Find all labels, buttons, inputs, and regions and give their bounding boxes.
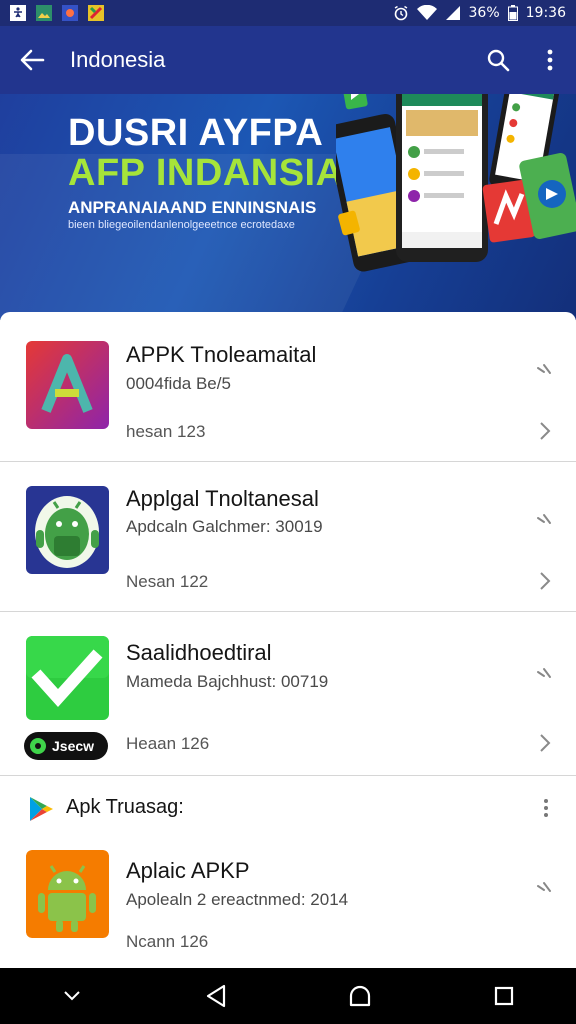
share-button[interactable] (530, 874, 558, 902)
app-name: APPK Tnoleamaital (126, 342, 317, 367)
wifi-icon (416, 5, 437, 21)
status-right-icons: 36% 19:36 (393, 5, 566, 21)
more-vert-icon (547, 49, 553, 71)
link-icon (537, 882, 551, 892)
banner-headline-1: DUSRI AYFPA (68, 112, 324, 154)
battery-text: 36% (468, 5, 500, 21)
app-version: Heaan 126 (126, 734, 210, 753)
android-robot-icon (26, 486, 109, 574)
search-icon (487, 49, 510, 72)
app-subtitle: Mameda Bajchhust: 00719 (126, 672, 329, 691)
share-button[interactable] (530, 506, 558, 534)
banner-headline-2: AFP INDANSIA (68, 152, 344, 194)
share-button[interactable] (530, 660, 558, 688)
section-title: Apk Truasag: (66, 796, 184, 818)
open-details-button[interactable] (532, 418, 558, 444)
page-title: Indonesia (70, 47, 166, 72)
collapse-icon (64, 991, 80, 1001)
back-button[interactable] (0, 26, 64, 94)
status-bar: 36% 19:36 (0, 0, 576, 26)
app-bar: Indonesia (0, 26, 576, 94)
list-item[interactable]: Aplaic APKP Apolealn 2 ereactnmed: 2014 … (0, 840, 576, 968)
battery-icon (507, 5, 518, 21)
badge-label: Jsecw (52, 738, 95, 754)
list-item[interactable]: APPK Tnoleamaital 0004fida Be/5 hesan 12… (0, 312, 576, 462)
chevron-right-icon (540, 422, 551, 440)
app-list: APPK Tnoleamaital 0004fida Be/5 hesan 12… (0, 312, 576, 968)
promo-banner[interactable]: DUSRI AYFPA AFP INDANSIA ANPRANAIAAND EN… (0, 94, 576, 320)
apk-a-logo-icon (26, 341, 109, 429)
more-vert-icon (544, 799, 548, 817)
app-version: Nesan 122 (126, 572, 209, 591)
list-item[interactable]: Applgal Tnoltanesal Apdcaln Galchmer: 30… (0, 462, 576, 612)
chevron-right-icon (540, 572, 551, 590)
home-icon (349, 985, 371, 1007)
badge-dot-icon (30, 738, 46, 754)
app-version: hesan 123 (126, 422, 206, 441)
search-button[interactable] (472, 26, 524, 94)
app-subtitle: Apdcaln Galchmer: 30019 (126, 517, 323, 536)
alarm-icon (393, 5, 409, 21)
app-subtitle: Apolealn 2 ereactnmed: 2014 (126, 890, 349, 909)
signal-icon (445, 5, 461, 21)
link-icon (537, 514, 551, 524)
share-button[interactable] (530, 356, 558, 384)
photos-icon (36, 5, 52, 21)
phones-illustration (336, 94, 576, 272)
nav-back-button[interactable] (176, 968, 256, 1024)
app-name: Aplaic APKP (126, 858, 250, 883)
back-triangle-icon (206, 984, 226, 1008)
chevron-right-icon (540, 734, 551, 752)
android-robot-icon (26, 850, 109, 938)
collapse-button[interactable] (32, 968, 112, 1024)
app-subtitle: 0004fida Be/5 (126, 374, 231, 393)
game-notification-icon (88, 5, 104, 21)
banner-subheadline: ANPRANAIAAND ENNINSNAIS (68, 198, 317, 217)
section-header: Apk Truasag: (0, 776, 576, 840)
app-name: Saalidhoedtiral (126, 640, 272, 665)
app-version: Ncann 126 (126, 932, 209, 951)
app-notification-icon (62, 5, 78, 21)
back-arrow-icon (20, 49, 45, 71)
link-icon (537, 364, 551, 374)
play-store-icon (26, 794, 56, 824)
section-more-button[interactable] (532, 794, 560, 822)
more-options-button[interactable] (524, 26, 576, 94)
app-name: Applgal Tnoltanesal (126, 486, 319, 511)
nav-home-button[interactable] (320, 968, 400, 1024)
list-item[interactable]: Jsecw Saalidhoedtiral Mameda Bajchhust: … (0, 612, 576, 776)
open-details-button[interactable] (532, 730, 558, 756)
clock: 19:36 (525, 5, 566, 21)
accessibility-icon (10, 5, 26, 21)
nav-recents-button[interactable] (464, 968, 544, 1024)
status-left-icons (10, 5, 104, 21)
open-details-button[interactable] (532, 568, 558, 594)
system-nav-bar (0, 968, 576, 1024)
recents-icon (494, 986, 514, 1006)
download-arrow-icon (26, 636, 109, 724)
status-badge: Jsecw (24, 732, 108, 760)
banner-tagline: bieen bliegeoilendanlenolgeeetnce ecrote… (68, 219, 295, 231)
link-icon (537, 668, 551, 678)
